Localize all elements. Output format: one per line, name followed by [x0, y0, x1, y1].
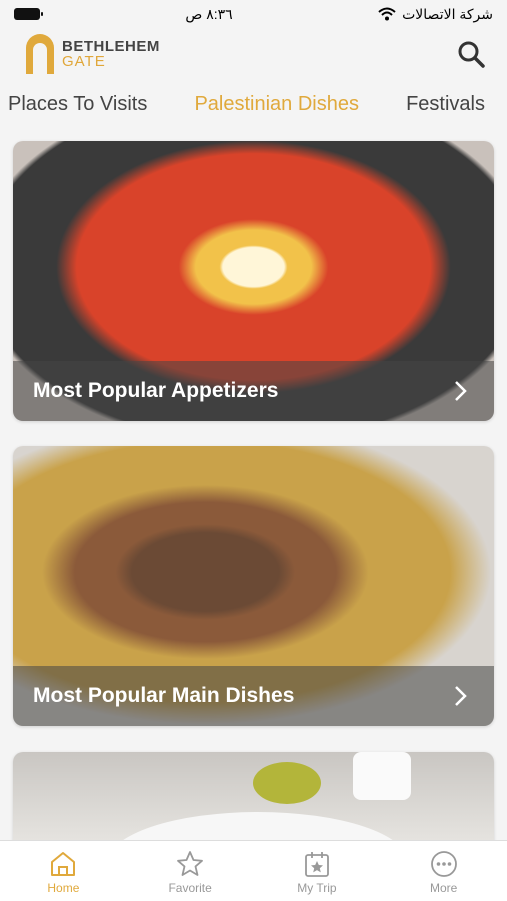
- category-tabs: Places To Visits Palestinian Dishes Fest…: [0, 84, 507, 124]
- card-title: Most Popular Appetizers: [33, 379, 279, 402]
- app-header: BETHLEHEM GATE: [0, 28, 507, 80]
- tabbar-my-trip-label: My Trip: [297, 881, 337, 895]
- card-desserts[interactable]: [13, 752, 494, 852]
- logo-subtitle: GATE: [62, 53, 106, 70]
- app-logo[interactable]: BETHLEHEM GATE: [24, 34, 160, 74]
- chevron-right-icon: [455, 686, 467, 706]
- status-bar: ٨:٣٦ ص شركة الاتصالات: [0, 0, 507, 28]
- tabbar-favorite-label: Favorite: [168, 881, 212, 895]
- status-time: ٨:٣٦ ص: [185, 5, 233, 22]
- tab-festivals[interactable]: Festivals: [406, 93, 485, 116]
- card-main-dishes[interactable]: Most Popular Main Dishes: [13, 446, 494, 726]
- gate-logo-icon: [26, 34, 54, 74]
- search-icon[interactable]: [457, 40, 485, 68]
- tabbar-my-trip[interactable]: My Trip: [254, 841, 381, 901]
- card-overlay: Most Popular Main Dishes: [13, 666, 494, 726]
- logo-title: BETHLEHEM: [62, 38, 160, 55]
- calendar-star-icon: [304, 852, 329, 877]
- tabbar-home-label: Home: [47, 881, 80, 895]
- bottom-tab-bar: Home Favorite My Trip More: [0, 840, 507, 901]
- tab-palestinian-dishes[interactable]: Palestinian Dishes: [194, 93, 359, 116]
- tabbar-favorite[interactable]: Favorite: [127, 841, 254, 901]
- status-right: شركة الاتصالات: [378, 6, 493, 23]
- tabbar-more-label: More: [429, 881, 458, 895]
- cup-image: [353, 752, 411, 800]
- tabbar-home[interactable]: Home: [0, 841, 127, 901]
- more-icon: [430, 851, 457, 877]
- card-appetizers[interactable]: Most Popular Appetizers: [13, 141, 494, 421]
- star-icon: [177, 851, 204, 876]
- carrier-name: شركة الاتصالات: [402, 5, 493, 22]
- chevron-right-icon: [455, 381, 467, 401]
- pistachio-garnish-image: [253, 762, 321, 804]
- tabbar-more[interactable]: More: [380, 841, 507, 901]
- wifi-icon: [378, 7, 396, 21]
- card-title: Most Popular Main Dishes: [33, 684, 295, 707]
- tab-places-to-visit[interactable]: Places To Visits: [8, 93, 147, 116]
- battery-icon: [14, 8, 43, 20]
- card-overlay: Most Popular Appetizers: [13, 361, 494, 421]
- home-icon: [51, 852, 76, 876]
